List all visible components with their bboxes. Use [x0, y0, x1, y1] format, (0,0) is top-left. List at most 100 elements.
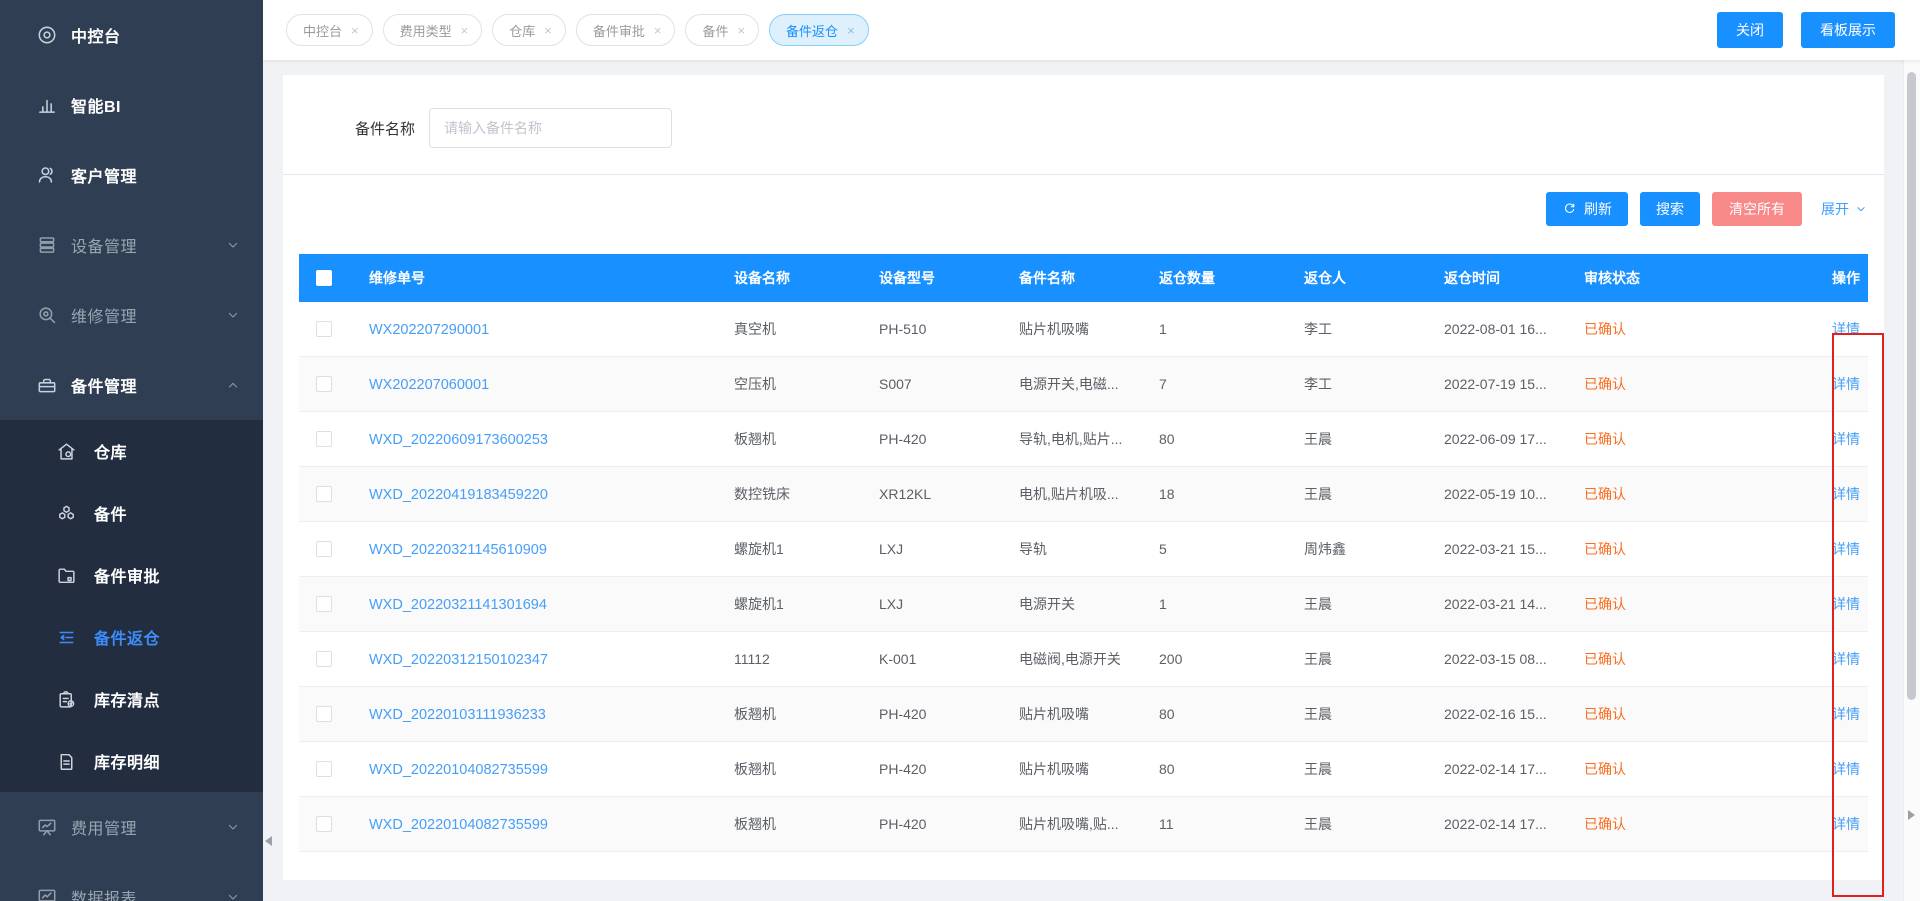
- return-time-cell: 2022-05-19 10...: [1429, 486, 1569, 502]
- detail-link[interactable]: 详情: [1832, 816, 1860, 832]
- return-qty-cell: 80: [1144, 706, 1289, 722]
- action-cell: 详情: [1804, 814, 1868, 834]
- order-number-link[interactable]: WXD_20220609173600253: [369, 432, 548, 448]
- clear-all-button[interactable]: 清空所有: [1712, 192, 1802, 226]
- tag-close-icon[interactable]: ×: [351, 23, 359, 38]
- sidebar-item-parts-return[interactable]: 备件返仓: [0, 606, 263, 668]
- sidebar-item-customers[interactable]: 客户管理: [0, 140, 263, 210]
- tag-close-icon[interactable]: ×: [654, 23, 662, 38]
- close-button[interactable]: 关闭: [1717, 12, 1783, 48]
- return-qty-cell: 80: [1144, 431, 1289, 447]
- sidebar-item-label: 数据报表: [71, 885, 137, 901]
- order-number-link[interactable]: WXD_20220419183459220: [369, 487, 548, 503]
- sidebar-item-parts-approval[interactable]: 备件审批: [0, 544, 263, 606]
- col-header-person: 返仓人: [1289, 268, 1429, 288]
- col-header-model: 设备型号: [864, 268, 1004, 288]
- detail-link[interactable]: 详情: [1832, 596, 1860, 612]
- order-number-link[interactable]: WXD_20220104082735599: [369, 817, 548, 833]
- tag-close-icon[interactable]: ×: [737, 23, 745, 38]
- topbar-tag-parts[interactable]: 备件×: [685, 14, 759, 46]
- action-cell: 详情: [1804, 539, 1868, 559]
- detail-link[interactable]: 详情: [1832, 706, 1860, 722]
- sidebar-item-parts-mgmt[interactable]: 备件管理: [0, 350, 263, 420]
- expand-toggle[interactable]: 展开: [1821, 199, 1868, 219]
- sidebar-item-spare-parts[interactable]: 备件: [0, 482, 263, 544]
- return-qty-cell: 1: [1144, 596, 1289, 612]
- action-cell: 详情: [1804, 484, 1868, 504]
- sidebar-item-smart-bi[interactable]: 智能BI: [0, 70, 263, 140]
- order-number-cell: WX202207290001: [349, 321, 719, 338]
- tag-close-icon[interactable]: ×: [847, 23, 855, 38]
- refresh-button[interactable]: 刷新: [1546, 192, 1628, 226]
- order-number-link[interactable]: WX202207290001: [369, 322, 489, 338]
- topbar-tag-cost-type[interactable]: 费用类型×: [383, 14, 483, 46]
- order-number-link[interactable]: WXD_20220321141301694: [369, 597, 547, 613]
- detail-link[interactable]: 详情: [1832, 376, 1860, 392]
- topbar-actions: 关闭 看板展示: [1717, 12, 1895, 48]
- order-number-link[interactable]: WX202207060001: [369, 377, 489, 393]
- row-checkbox[interactable]: [316, 486, 332, 502]
- board-display-button[interactable]: 看板展示: [1801, 12, 1895, 48]
- sidebar-item-stock-detail[interactable]: 库存明细: [0, 730, 263, 792]
- row-checkbox[interactable]: [316, 816, 332, 832]
- col-header-qty: 返仓数量: [1144, 268, 1289, 288]
- topbar-tag-parts-return[interactable]: 备件返仓×: [769, 14, 869, 46]
- tag-close-icon[interactable]: ×: [461, 23, 469, 38]
- table-actions-row: 刷新 搜索 清空所有 展开: [283, 175, 1884, 226]
- sidebar-item-label: 备件审批: [94, 563, 160, 587]
- order-number-link[interactable]: WXD_20220312150102347: [369, 652, 548, 668]
- row-checkbox[interactable]: [316, 651, 332, 667]
- row-checkbox[interactable]: [316, 706, 332, 722]
- h-scroll-left-arrow-icon[interactable]: [265, 836, 272, 846]
- h-scroll-right-arrow-icon[interactable]: [1908, 810, 1915, 820]
- sidebar-item-devices[interactable]: 设备管理: [0, 210, 263, 280]
- select-all-checkbox[interactable]: [316, 270, 332, 286]
- topbar-tag-warehouse[interactable]: 仓库 ×: [492, 14, 566, 46]
- row-checkbox[interactable]: [316, 431, 332, 447]
- row-checkbox[interactable]: [316, 321, 332, 337]
- detail-link[interactable]: 详情: [1832, 541, 1860, 557]
- return-person-cell: 李工: [1289, 374, 1429, 394]
- sidebar-item-console[interactable]: 中控台: [0, 0, 263, 70]
- return-qty-cell: 1: [1144, 321, 1289, 337]
- stock-detail-icon: [56, 751, 77, 772]
- audit-status-cell: 已确认: [1569, 319, 1804, 339]
- detail-link[interactable]: 详情: [1832, 431, 1860, 447]
- detail-link[interactable]: 详情: [1832, 321, 1860, 337]
- tag-label: 仓库: [509, 21, 535, 40]
- tag-close-icon[interactable]: ×: [544, 23, 552, 38]
- detail-link[interactable]: 详情: [1832, 761, 1860, 777]
- sidebar: 中控台智能BI客户管理设备管理维修管理备件管理仓库备件备件审批备件返仓库存清点库…: [0, 0, 263, 901]
- table-row: WXD_2022031215010234711112K-001电磁阀,电源开关2…: [299, 632, 1868, 687]
- return-qty-cell: 18: [1144, 486, 1289, 502]
- part-name-cell: 电源开关: [1004, 594, 1144, 614]
- order-number-link[interactable]: WXD_20220103111936233: [369, 707, 546, 723]
- detail-link[interactable]: 详情: [1832, 486, 1860, 502]
- sidebar-item-repairs[interactable]: 维修管理: [0, 280, 263, 350]
- part-name-cell: 电磁阀,电源开关: [1004, 649, 1144, 669]
- vertical-scrollbar-thumb[interactable]: [1907, 72, 1916, 700]
- sidebar-item-label: 费用管理: [71, 815, 137, 839]
- order-number-cell: WXD_20220312150102347: [349, 651, 719, 668]
- detail-link[interactable]: 详情: [1832, 651, 1860, 667]
- order-number-link[interactable]: WXD_20220104082735599: [369, 762, 548, 778]
- sidebar-item-costs[interactable]: 费用管理: [0, 792, 263, 862]
- sidebar-item-reports[interactable]: 数据报表: [0, 862, 263, 901]
- console-icon: [36, 24, 58, 46]
- row-checkbox-cell: [299, 431, 349, 447]
- sidebar-item-stocktake[interactable]: 库存清点: [0, 668, 263, 730]
- parts-name-input[interactable]: [429, 108, 672, 148]
- row-checkbox[interactable]: [316, 376, 332, 392]
- order-number-link[interactable]: WXD_20220321145610909: [369, 542, 547, 558]
- topbar-tag-parts-approval[interactable]: 备件审批×: [576, 14, 676, 46]
- search-button[interactable]: 搜索: [1640, 192, 1700, 226]
- order-number-cell: WXD_20220321141301694: [349, 596, 719, 613]
- sidebar-item-warehouse[interactable]: 仓库: [0, 420, 263, 482]
- row-checkbox[interactable]: [316, 761, 332, 777]
- sidebar-item-label: 中控台: [71, 23, 121, 47]
- row-checkbox[interactable]: [316, 541, 332, 557]
- vertical-scrollbar-track[interactable]: [1903, 60, 1920, 901]
- table-row: WXD_20220104082735599板翘机PH-420贴片机吸嘴80王晨2…: [299, 742, 1868, 797]
- row-checkbox[interactable]: [316, 596, 332, 612]
- topbar-tag-console[interactable]: 中控台×: [286, 14, 373, 46]
